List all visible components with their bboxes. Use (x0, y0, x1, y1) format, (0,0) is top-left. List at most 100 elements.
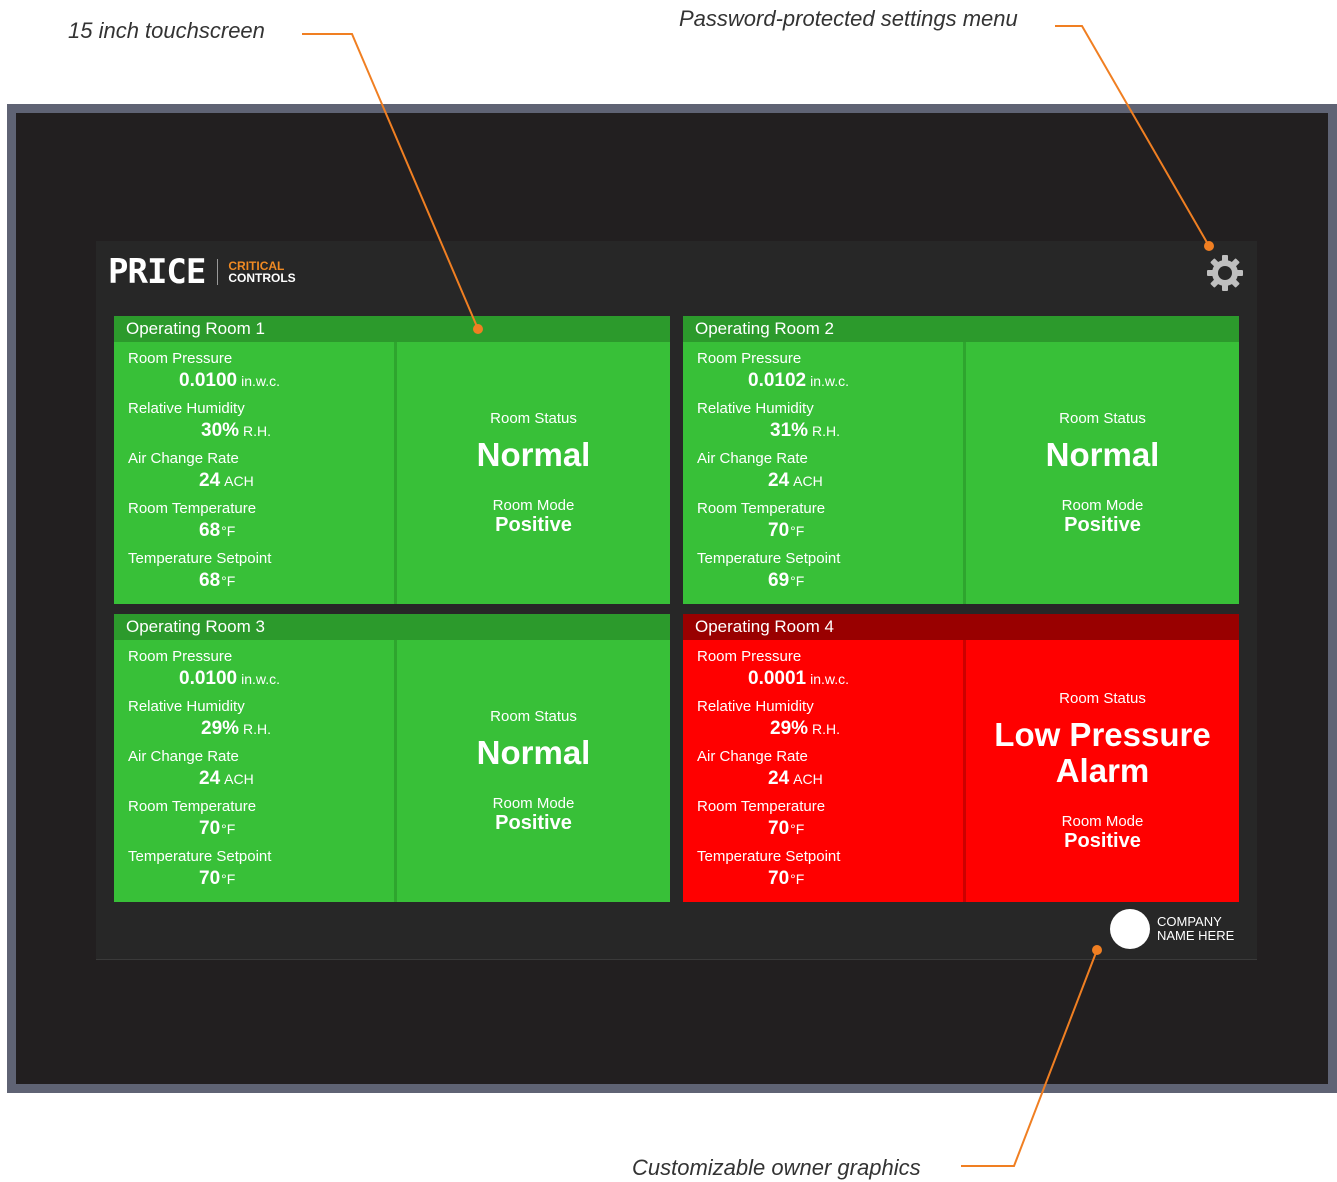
metric-value-row: 68°F (128, 568, 394, 594)
metric-value: 0.0102 (748, 370, 807, 391)
metric-unit: R.H. (812, 423, 841, 439)
metric-unit: °F (790, 523, 805, 539)
metric-value: 24 (768, 768, 790, 789)
room-panel[interactable]: Operating Room 4 Room Pressure 0.0001 in.… (683, 614, 1239, 902)
metric-value-row: 69°F (697, 568, 963, 594)
callout-touchscreen: 15 inch touchscreen (68, 18, 265, 43)
room-status-label: Room Status (1059, 409, 1146, 427)
room-status-area: Room Status Normal Room Mode Positive (966, 342, 1239, 604)
metric-label: Air Change Rate (128, 748, 239, 765)
room-metrics: Room Pressure 0.0100 in.w.c. Relative Hum… (114, 640, 394, 902)
room-status-area: Room Status Normal Room Mode Positive (397, 342, 670, 604)
room-status-label: Room Status (490, 707, 577, 725)
metric-value-row: 70°F (697, 866, 963, 892)
metric-item: Room Temperature 70°F (128, 798, 394, 848)
metric-value: 30% (201, 420, 240, 441)
owner-graphic: COMPANY NAME HERE (1110, 909, 1234, 949)
room-status-value: Low Pressure Alarm (994, 715, 1211, 789)
metric-item: Temperature Setpoint 69°F (697, 550, 963, 600)
metric-label: Air Change Rate (697, 450, 808, 467)
metric-unit: °F (221, 523, 236, 539)
metric-label: Relative Humidity (128, 400, 245, 417)
metric-value-row: 68°F (128, 518, 394, 544)
metric-unit: R.H. (243, 721, 272, 737)
metric-item: Room Temperature 70°F (697, 500, 963, 550)
metric-item: Relative Humidity 29% R.H. (697, 698, 963, 748)
room-status-label: Room Status (490, 409, 577, 427)
room-mode-label: Room Mode (1061, 496, 1144, 514)
metric-label: Temperature Setpoint (128, 848, 272, 865)
room-body: Room Pressure 0.0100 in.w.c. Relative Hum… (114, 640, 670, 902)
metric-value-row: 24 ACH (697, 468, 963, 494)
gear-icon[interactable] (1205, 253, 1245, 293)
metric-value: 31% (770, 420, 809, 441)
metric-value-row: 70°F (128, 866, 394, 892)
metric-unit: in.w.c. (810, 373, 850, 389)
metric-item: Air Change Rate 24 ACH (697, 450, 963, 500)
logo-separator (217, 259, 219, 285)
room-body: Room Pressure 0.0001 in.w.c. Relative Hum… (683, 640, 1239, 902)
logo-sub-line2: CONTROLS (228, 271, 296, 285)
metric-value: 70 (768, 520, 790, 541)
metric-value-row: 24 ACH (697, 766, 963, 792)
room-panel[interactable]: Operating Room 3 Room Pressure 0.0100 in.… (114, 614, 670, 902)
metric-unit: °F (790, 871, 805, 887)
metric-value: 0.0001 (748, 668, 807, 689)
metric-item: Temperature Setpoint 70°F (697, 848, 963, 898)
room-name: Operating Room 1 (114, 316, 670, 342)
metric-value-row: 70°F (697, 816, 963, 842)
owner-name-line2: NAME HERE (1157, 928, 1235, 943)
callout-settings: Password-protected settings menu (679, 6, 1018, 31)
room-status-area: Room Status Normal Room Mode Positive (397, 640, 670, 902)
metric-value-row: 70°F (697, 518, 963, 544)
metric-value: 24 (768, 470, 790, 491)
metric-value-row: 24 ACH (128, 766, 394, 792)
metric-item: Room Pressure 0.0100 in.w.c. (128, 648, 394, 698)
metric-item: Temperature Setpoint 70°F (128, 848, 394, 898)
room-mode-value: Positive (1064, 513, 1141, 536)
metric-unit: in.w.c. (241, 671, 281, 687)
room-mode-label: Room Mode (492, 794, 575, 812)
metric-label: Temperature Setpoint (697, 848, 841, 865)
metric-value: 70 (199, 868, 221, 889)
room-status-value: Normal (476, 435, 591, 473)
metric-label: Relative Humidity (128, 698, 245, 715)
metric-label: Temperature Setpoint (697, 550, 841, 567)
room-mode-value: Positive (495, 811, 572, 834)
room-body: Room Pressure 0.0102 in.w.c. Relative Hum… (683, 342, 1239, 604)
room-name: Operating Room 2 (683, 316, 1239, 342)
metric-value-row: 31% R.H. (697, 418, 963, 444)
metric-item: Air Change Rate 24 ACH (697, 748, 963, 798)
room-panel[interactable]: Operating Room 2 Room Pressure 0.0102 in.… (683, 316, 1239, 604)
logo-wordmark: PRICE (108, 252, 206, 292)
metric-item: Air Change Rate 24 ACH (128, 450, 394, 500)
metric-unit: °F (221, 573, 236, 589)
metric-value: 68 (199, 570, 221, 591)
room-mode-value: Positive (495, 513, 572, 536)
room-mode-label: Room Mode (492, 496, 575, 514)
metric-item: Room Pressure 0.0102 in.w.c. (697, 350, 963, 400)
metric-unit: ACH (793, 771, 823, 787)
metric-unit: ACH (793, 473, 823, 489)
metric-item: Temperature Setpoint 68°F (128, 550, 394, 600)
metric-unit: °F (790, 821, 805, 837)
room-mode-value: Positive (1064, 829, 1141, 852)
metric-label: Room Pressure (697, 350, 802, 367)
metric-value: 70 (768, 818, 790, 839)
room-panel[interactable]: Operating Room 1 Room Pressure 0.0100 in.… (114, 316, 670, 604)
metric-unit: R.H. (812, 721, 841, 737)
logo-subtitle: CRITICAL CONTROLS (228, 260, 295, 284)
room-status-area: Room Status Low Pressure Alarm Room Mode… (966, 640, 1239, 902)
metric-unit: °F (221, 821, 236, 837)
metric-label: Relative Humidity (697, 400, 814, 417)
metric-value: 68 (199, 520, 221, 541)
metric-unit: in.w.c. (241, 373, 281, 389)
metric-unit: R.H. (243, 423, 272, 439)
metric-value-row: 70°F (128, 816, 394, 842)
metric-unit: ACH (224, 473, 254, 489)
metric-item: Room Temperature 70°F (697, 798, 963, 848)
metric-value-row: 0.0102 in.w.c. (697, 368, 963, 394)
metric-label: Room Temperature (128, 500, 257, 517)
callout-owner: Customizable owner graphics (632, 1155, 921, 1180)
metric-value-row: 29% R.H. (697, 716, 963, 742)
